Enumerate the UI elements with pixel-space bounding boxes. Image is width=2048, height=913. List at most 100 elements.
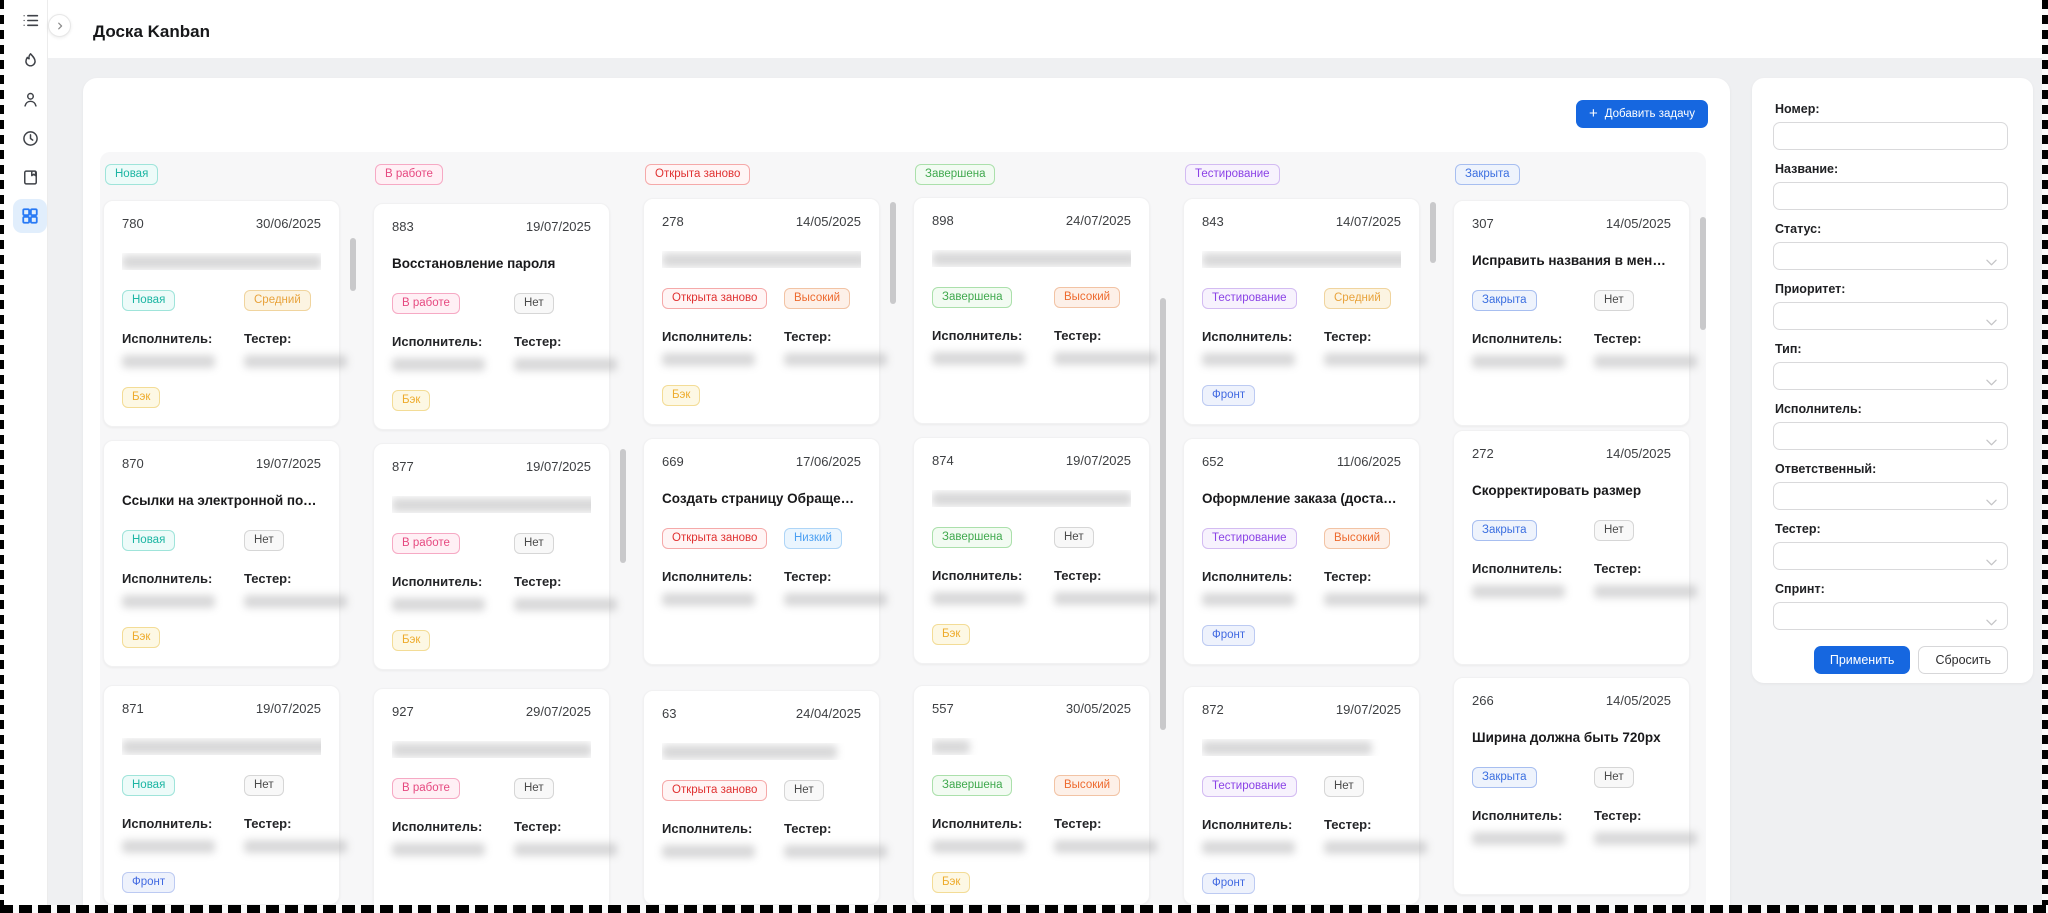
task-card[interactable]: 27214/05/2025Скорректировать размерЗакры… <box>1453 430 1690 665</box>
task-number: 927 <box>392 704 414 719</box>
filter-input-name[interactable] <box>1774 183 2007 209</box>
chevron-down-icon <box>1986 313 1997 331</box>
task-number: 883 <box>392 219 414 234</box>
task-card[interactable]: 88319/07/2025Восстановление пароляВ рабо… <box>373 203 610 430</box>
column-scrollbar[interactable] <box>350 238 356 291</box>
task-card[interactable]: 30714/05/2025Исправить названия в меню д… <box>1453 200 1690 426</box>
tester-name-blurred <box>1324 841 1427 854</box>
tag-badge: Бэк <box>932 624 970 645</box>
reset-filters-button[interactable]: Сбросить <box>1918 646 2008 674</box>
task-card[interactable]: 87219/07/2025ТестированиеНетИсполнитель:… <box>1183 686 1420 905</box>
grid-icon <box>21 207 39 225</box>
executor-label: Исполнитель: <box>392 574 514 589</box>
task-card[interactable]: 87119/07/2025НоваяНетИсполнитель:Тестер:… <box>103 685 340 905</box>
executor-name-blurred <box>932 592 1025 605</box>
status-badge: Закрыта <box>1472 767 1537 788</box>
filter-select-tester[interactable] <box>1773 542 2008 570</box>
task-card[interactable]: 6324/04/2025Открыта зановоНетИсполнитель… <box>643 690 880 905</box>
filter-label-responsible: Ответственный: <box>1775 462 2008 477</box>
executor-name-blurred <box>122 355 215 368</box>
sidebar-item-activity[interactable] <box>13 43 47 77</box>
task-title: Исправить названия в меню дейс... <box>1472 253 1671 270</box>
filter-select-sprint[interactable] <box>1773 602 2008 630</box>
board-columns-area: Новая 78030/06/2025НоваяСреднийИсполнител… <box>100 152 1706 913</box>
executor-name-blurred <box>932 840 1025 853</box>
filter-select-executor[interactable] <box>1773 422 2008 450</box>
task-card[interactable]: 84314/07/2025ТестированиеСреднийИсполнит… <box>1183 198 1420 425</box>
column-scrollbar[interactable] <box>1430 202 1436 263</box>
tester-label: Тестер: <box>244 331 321 346</box>
task-card[interactable]: 26614/05/2025Ширина должна быть 720pxЗак… <box>1453 677 1690 895</box>
column-scrollbar[interactable] <box>1160 298 1166 730</box>
filter-select-responsible[interactable] <box>1773 482 2008 510</box>
executor-name-blurred <box>122 595 215 608</box>
add-task-button[interactable]: + Добавить задачу <box>1576 100 1708 128</box>
priority-badge: Высокий <box>784 288 850 309</box>
apply-filters-button[interactable]: Применить <box>1814 646 1911 674</box>
column-scrollbar[interactable] <box>890 202 896 304</box>
tag-badge: Фронт <box>1202 873 1255 894</box>
filter-select-status[interactable] <box>1773 242 2008 270</box>
task-number: 874 <box>932 453 954 468</box>
priority-badge: Средний <box>244 290 311 311</box>
tester-name-blurred <box>784 593 887 606</box>
filter-label-type: Тип: <box>1775 342 2008 357</box>
task-title-blurred <box>1202 741 1372 755</box>
task-number: 669 <box>662 454 684 469</box>
tag-badge: Бэк <box>392 630 430 651</box>
tester-name-blurred <box>244 840 347 853</box>
status-badge: Новая <box>122 530 175 551</box>
capture-edge-right <box>2042 0 2048 913</box>
sidebar-item-profile[interactable] <box>13 82 47 116</box>
task-card[interactable]: 27814/05/2025Открыта зановоВысокийИсполн… <box>643 198 880 425</box>
task-card[interactable]: 55730/05/2025ЗавершенаВысокийИсполнитель… <box>913 685 1150 905</box>
sidebar-item-notes[interactable] <box>13 160 47 194</box>
task-number: 898 <box>932 213 954 228</box>
status-badge: Новая <box>122 775 175 796</box>
tester-name-blurred <box>244 595 347 608</box>
task-card[interactable]: 87019/07/2025Ссылки на электронной почте… <box>103 440 340 667</box>
sidebar-collapse-button[interactable] <box>48 14 71 37</box>
task-card[interactable]: 65211/06/2025Оформление заказа (доставка… <box>1183 438 1420 665</box>
task-card[interactable]: 89824/07/2025ЗавершенаВысокийИсполнитель… <box>913 197 1150 424</box>
sidebar-item-kanban[interactable] <box>13 199 47 233</box>
task-card[interactable]: 92729/07/2025В работеНетИсполнитель:Тест… <box>373 688 610 913</box>
filter-panel: Номер:Название:Статус:Приоритет:Тип:Испо… <box>1752 78 2033 683</box>
priority-badge: Высокий <box>1324 528 1390 549</box>
status-badge: В работе <box>392 778 460 799</box>
filter-input-name[interactable] <box>1773 182 2008 210</box>
task-date: 19/07/2025 <box>526 219 591 234</box>
priority-badge: Нет <box>1324 776 1364 797</box>
executor-label: Исполнитель: <box>662 329 784 344</box>
task-card[interactable]: 78030/06/2025НоваяСреднийИсполнитель:Тес… <box>103 200 340 427</box>
priority-badge: Средний <box>1324 288 1391 309</box>
priority-badge: Нет <box>1594 290 1634 311</box>
filter-input-number[interactable] <box>1774 123 2007 149</box>
task-title-blurred <box>932 252 1131 266</box>
filter-select-priority[interactable] <box>1773 302 2008 330</box>
filter-input-number[interactable] <box>1773 122 2008 150</box>
tester-label: Тестер: <box>784 569 861 584</box>
executor-name-blurred <box>662 845 755 858</box>
filter-select-type[interactable] <box>1773 362 2008 390</box>
column-header-Завершена: Завершена <box>915 164 995 185</box>
status-badge: Открыта заново <box>662 780 767 801</box>
top-bar <box>0 0 2048 58</box>
task-card[interactable]: 87419/07/2025ЗавершенаНетИсполнитель:Тес… <box>913 437 1150 664</box>
task-title-blurred <box>122 255 321 269</box>
task-card[interactable]: 66917/06/2025Создать страницу Обращения … <box>643 438 880 665</box>
list-icon <box>22 12 39 29</box>
sidebar-item-tasks[interactable] <box>13 3 47 37</box>
priority-badge: Нет <box>514 533 554 554</box>
column-scrollbar[interactable] <box>1700 217 1706 330</box>
status-badge: Тестирование <box>1202 776 1297 797</box>
priority-badge: Высокий <box>1054 775 1120 796</box>
status-badge: Завершена <box>932 287 1012 308</box>
sidebar-item-history[interactable] <box>13 121 47 155</box>
column-scrollbar[interactable] <box>620 449 626 563</box>
task-number: 272 <box>1472 446 1494 461</box>
tester-label: Тестер: <box>1594 331 1671 346</box>
plus-icon: + <box>1589 106 1598 121</box>
task-card[interactable]: 87719/07/2025В работеНетИсполнитель:Тест… <box>373 443 610 670</box>
task-date: 11/06/2025 <box>1337 454 1401 469</box>
